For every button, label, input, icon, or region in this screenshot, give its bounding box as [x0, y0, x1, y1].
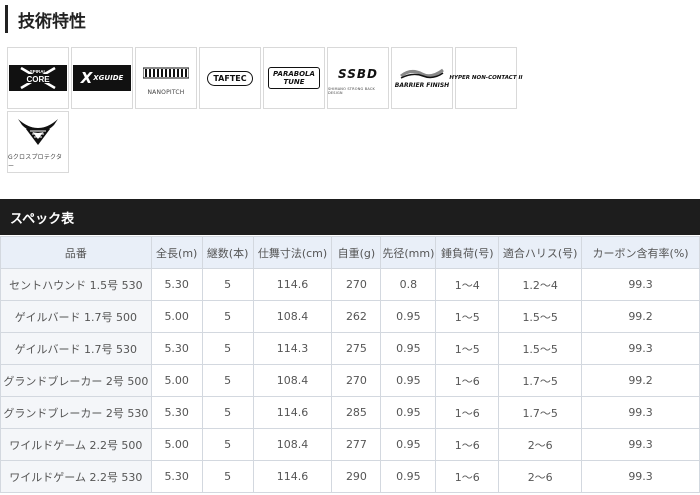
- cell-closed-length: 114.6: [252, 460, 333, 493]
- spiral-core-icon: SPIRAL CORE: [7, 47, 69, 109]
- cell-closed-length: 114.6: [252, 396, 333, 429]
- g-cross-protector-icon: Gクロスプロテクター: [7, 111, 69, 173]
- cell-sections: 5: [201, 300, 254, 333]
- cell-tip-diameter: 0.8: [380, 268, 437, 301]
- cell-leader: 1.2〜4: [498, 268, 583, 301]
- cell-model: ワイルドゲーム 2.2号 530: [0, 460, 152, 493]
- table-row: ワイルドゲーム 2.2号 500 5.00 5 108.4 277 0.95 1…: [0, 428, 700, 461]
- table-header-row: 品番 全長(m) 継数(本) 仕舞寸法(cm) 自重(g) 先径(mm) 錘負荷…: [0, 236, 700, 269]
- cell-model: ゲイルバード 1.7号 500: [0, 300, 152, 333]
- spec-table-title-bar: スペック表: [0, 199, 700, 235]
- cell-weight: 285: [331, 396, 382, 429]
- cell-sinker-load: 1〜6: [435, 364, 500, 397]
- cell-length: 5.00: [150, 364, 203, 397]
- svg-text:SPIRAL: SPIRAL: [30, 69, 47, 74]
- cell-weight: 262: [331, 300, 382, 333]
- cell-length: 5.30: [150, 460, 203, 493]
- cell-carbon: 99.3: [581, 268, 700, 301]
- table-row: セントハウンド 1.5号 530 5.30 5 114.6 270 0.8 1〜…: [0, 268, 700, 301]
- column-header-leader: 適合ハリス(号): [498, 236, 583, 269]
- cell-carbon: 99.3: [581, 460, 700, 493]
- x-guide-icon: X XGUIDE: [71, 47, 133, 109]
- cell-closed-length: 114.6: [252, 268, 333, 301]
- cell-leader: 1.7〜5: [498, 396, 583, 429]
- cell-carbon: 99.2: [581, 364, 700, 397]
- cell-tip-diameter: 0.95: [380, 300, 437, 333]
- cell-closed-length: 108.4: [252, 364, 333, 397]
- cell-sinker-load: 1〜6: [435, 396, 500, 429]
- cell-leader: 2〜6: [498, 428, 583, 461]
- table-row: ワイルドゲーム 2.2号 530 5.30 5 114.6 290 0.95 1…: [0, 460, 700, 493]
- cell-sections: 5: [201, 332, 254, 365]
- cell-closed-length: 114.3: [252, 332, 333, 365]
- cell-length: 5.30: [150, 332, 203, 365]
- cell-sections: 5: [201, 396, 254, 429]
- section-title: 技術特性: [18, 11, 86, 32]
- svg-text:CORE: CORE: [26, 75, 50, 84]
- column-header-closed-length: 仕舞寸法(cm): [252, 236, 333, 269]
- cell-closed-length: 108.4: [252, 300, 333, 333]
- taftec-icon: TAFTEC: [199, 47, 261, 109]
- cell-weight: 270: [331, 268, 382, 301]
- ssbd-icon: SSBD SHIMANO STRONG BACK DESIGN: [327, 47, 389, 109]
- table-row: グランドブレーカー 2号 530 5.30 5 114.6 285 0.95 1…: [0, 396, 700, 429]
- hyper-non-contact-icon: HYPER NON-CONTACT II: [449, 47, 523, 109]
- cell-model: ワイルドゲーム 2.2号 500: [0, 428, 152, 461]
- cell-carbon: 99.3: [581, 428, 700, 461]
- cell-closed-length: 108.4: [252, 428, 333, 461]
- column-header-model: 品番: [0, 236, 152, 269]
- section-header: 技術特性: [5, 4, 86, 34]
- cell-sections: 5: [201, 268, 254, 301]
- cell-weight: 277: [331, 428, 382, 461]
- cell-sections: 5: [201, 428, 254, 461]
- cell-model: セントハウンド 1.5号 530: [0, 268, 152, 301]
- cell-model: グランドブレーカー 2号 500: [0, 364, 152, 397]
- table-row: グランドブレーカー 2号 500 5.00 5 108.4 270 0.95 1…: [0, 364, 700, 397]
- cell-carbon: 99.3: [581, 332, 700, 365]
- column-header-sections: 継数(本): [201, 236, 254, 269]
- column-header-carbon: カーボン含有率(%): [581, 236, 700, 269]
- column-header-tip-diameter: 先径(mm): [380, 236, 437, 269]
- cell-sinker-load: 1〜6: [435, 428, 500, 461]
- table-row: ゲイルバード 1.7号 500 5.00 5 108.4 262 0.95 1〜…: [0, 300, 700, 333]
- column-header-weight: 自重(g): [331, 236, 382, 269]
- spec-table: 品番 全長(m) 継数(本) 仕舞寸法(cm) 自重(g) 先径(mm) 錘負荷…: [0, 236, 700, 493]
- cell-leader: 1.5〜5: [498, 300, 583, 333]
- cell-sections: 5: [201, 364, 254, 397]
- cell-tip-diameter: 0.95: [380, 460, 437, 493]
- table-row: ゲイルバード 1.7号 530 5.30 5 114.3 275 0.95 1〜…: [0, 332, 700, 365]
- cell-length: 5.30: [150, 268, 203, 301]
- cell-length: 5.00: [150, 428, 203, 461]
- cell-tip-diameter: 0.95: [380, 364, 437, 397]
- spec-table-title: スペック表: [10, 211, 75, 227]
- cell-model: グランドブレーカー 2号 530: [0, 396, 152, 429]
- cell-carbon: 99.3: [581, 396, 700, 429]
- cell-sinker-load: 1〜6: [435, 460, 500, 493]
- cell-sinker-load: 1〜5: [435, 300, 500, 333]
- cell-leader: 1.5〜5: [498, 332, 583, 365]
- cell-sinker-load: 1〜4: [435, 268, 500, 301]
- cell-sections: 5: [201, 460, 254, 493]
- cell-weight: 290: [331, 460, 382, 493]
- cell-weight: 270: [331, 364, 382, 397]
- cell-length: 5.00: [150, 300, 203, 333]
- cell-length: 5.30: [150, 396, 203, 429]
- barrier-finish-icon: BARRIER FINISH: [391, 47, 453, 109]
- column-header-sinker-load: 錘負荷(号): [435, 236, 500, 269]
- cell-leader: 2〜6: [498, 460, 583, 493]
- section-accent-bar: [5, 5, 8, 33]
- parabola-tune-icon: PARABOLA TUNE: [263, 47, 325, 109]
- cell-tip-diameter: 0.95: [380, 396, 437, 429]
- cell-carbon: 99.2: [581, 300, 700, 333]
- cell-weight: 275: [331, 332, 382, 365]
- column-header-length: 全長(m): [150, 236, 203, 269]
- cell-sinker-load: 1〜5: [435, 332, 500, 365]
- cell-tip-diameter: 0.95: [380, 332, 437, 365]
- nanopitch-icon: NANOPITCH: [135, 47, 197, 109]
- cell-tip-diameter: 0.95: [380, 428, 437, 461]
- cell-leader: 1.7〜5: [498, 364, 583, 397]
- cell-model: ゲイルバード 1.7号 530: [0, 332, 152, 365]
